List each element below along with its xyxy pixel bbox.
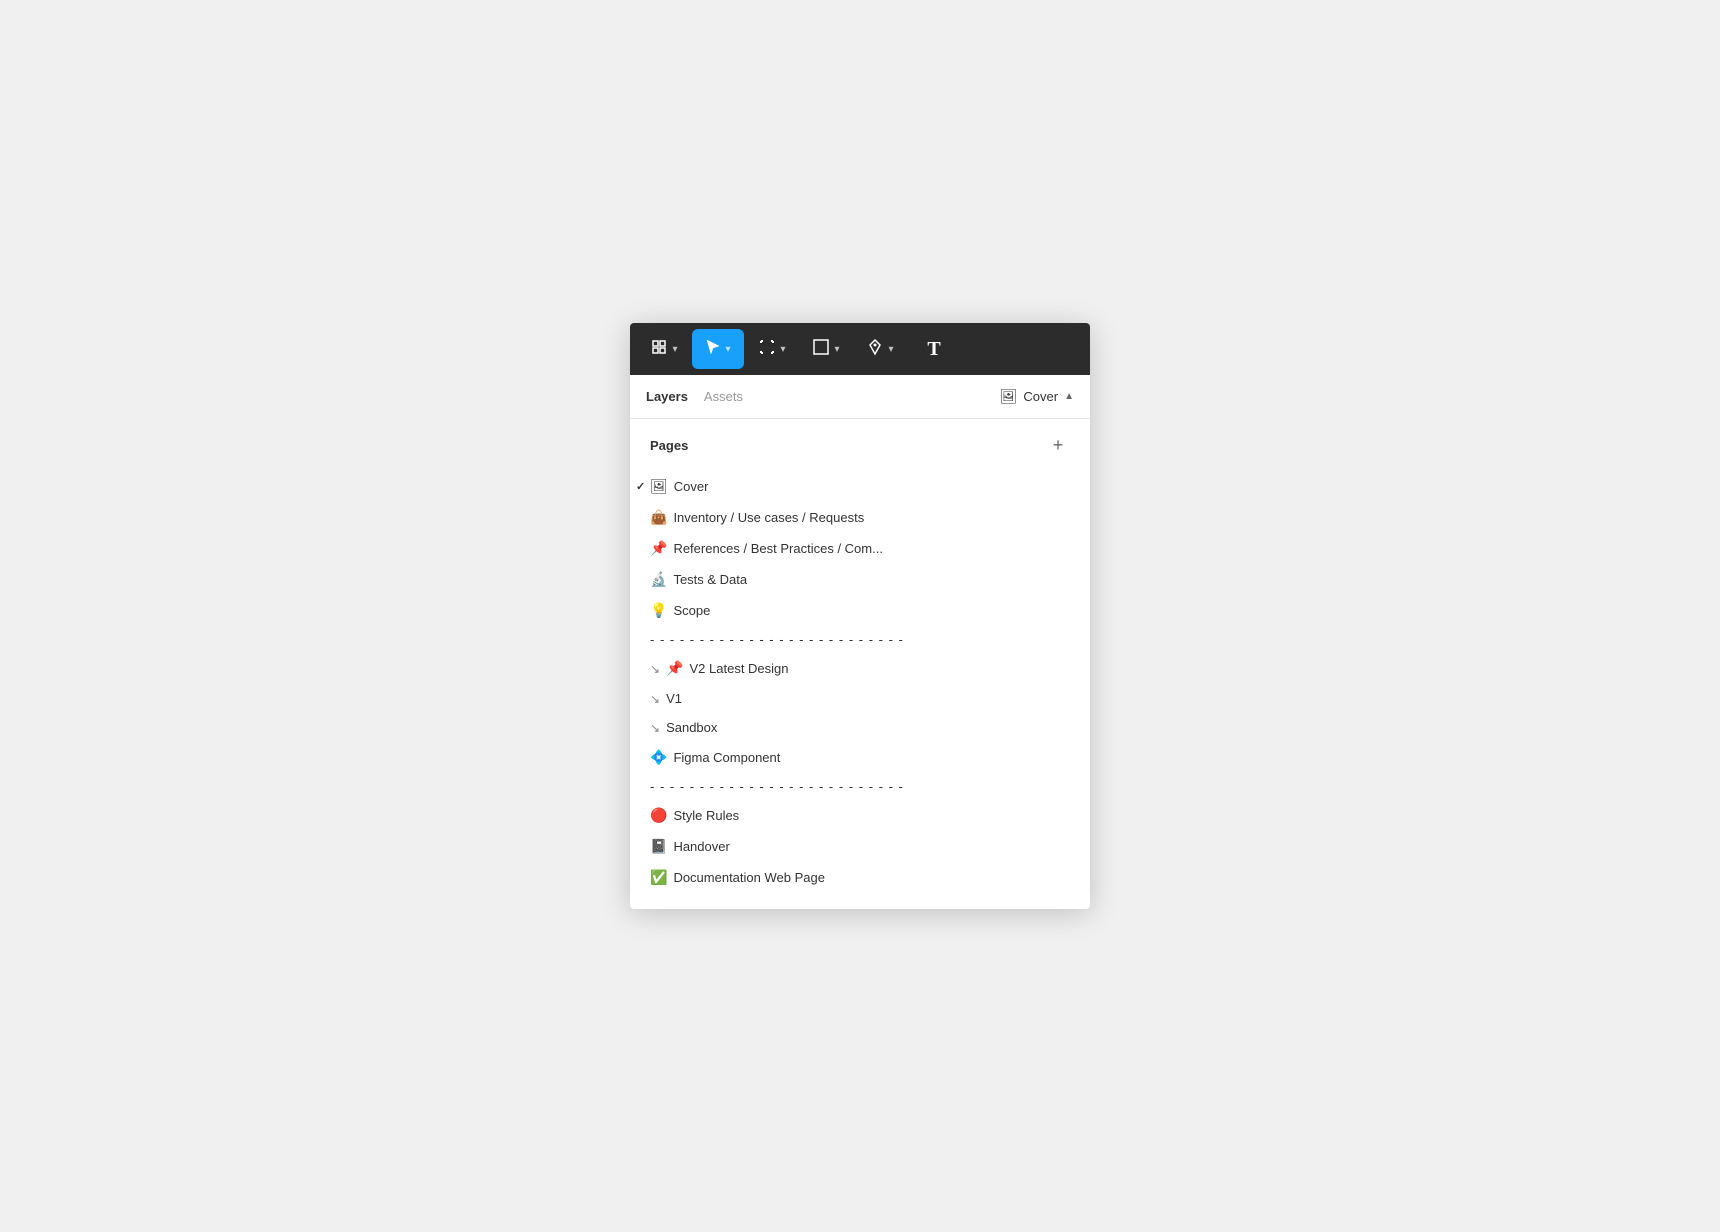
page-chevron-up-icon: ▲ [1064, 391, 1074, 402]
component-tool-button[interactable]: ▾ [638, 329, 690, 369]
page-item-cover[interactable]: ✓ 🖼 Cover [630, 471, 1090, 502]
page-name-label: V1 [666, 691, 682, 706]
pen-tool-chevron: ▾ [888, 344, 893, 355]
page-emoji-icon: 🖼 [650, 478, 668, 495]
page-name-label: Scope [673, 603, 710, 618]
linked-page-arrow-icon: ↘ [650, 692, 660, 706]
linked-page-arrow-icon: ↘ [650, 721, 660, 735]
page-item-style-rules[interactable]: 🔴 Style Rules [630, 800, 1090, 831]
shape-tool-chevron: ▾ [834, 344, 839, 355]
page-name-label: Tests & Data [673, 572, 747, 587]
assets-tab[interactable]: Assets [704, 387, 743, 406]
page-emoji-icon: 📌 [666, 660, 683, 677]
page-emoji-icon: 💡 [650, 602, 667, 619]
separator-dashes: - - - - - - - - - - - - - - - - - - - - … [650, 779, 904, 794]
current-page-icon: 🖼 [1000, 388, 1018, 405]
page-separator: - - - - - - - - - - - - - - - - - - - - … [630, 773, 1090, 800]
linked-page-arrow-icon: ↘ [650, 662, 660, 676]
page-item-v1[interactable]: ↘ V1 [630, 684, 1090, 713]
page-emoji-icon: ✅ [650, 869, 667, 886]
page-emoji-icon: 📌 [650, 540, 667, 557]
page-separator: - - - - - - - - - - - - - - - - - - - - … [630, 626, 1090, 653]
shape-tool-button[interactable]: ▾ [800, 329, 852, 369]
page-name-label: Style Rules [673, 808, 739, 823]
pages-list: ✓ 🖼 Cover 👜 Inventory / Use cases / Requests… [630, 467, 1090, 909]
separator-dashes: - - - - - - - - - - - - - - - - - - - - … [650, 632, 904, 647]
page-item-references[interactable]: 📌 References / Best Practices / Com... [630, 533, 1090, 564]
page-name-label: Documentation Web Page [673, 870, 825, 885]
pages-title: Pages [650, 438, 688, 453]
page-name-label: V2 Latest Design [690, 661, 789, 676]
page-item-v2[interactable]: ↘ 📌 V2 Latest Design [630, 653, 1090, 684]
frame-tool-chevron: ▾ [780, 344, 785, 355]
page-name-label: Figma Component [673, 750, 780, 765]
panel-header: Layers Assets 🖼 Cover ▲ [630, 375, 1090, 419]
page-name-label: Handover [673, 839, 729, 854]
page-name-label: Cover [674, 479, 709, 494]
component-icon [650, 338, 668, 361]
cursor-tool-button[interactable]: ▾ [692, 329, 744, 369]
text-icon: T [927, 338, 940, 361]
frame-tool-button[interactable]: ▾ [746, 329, 798, 369]
cursor-icon [705, 338, 721, 361]
current-page-name: Cover [1023, 389, 1058, 404]
pages-section: Pages + ✓ 🖼 Cover 👜 Inventory / Use cases / … [630, 419, 1090, 909]
pen-icon [866, 338, 884, 361]
toolbar: ▾ ▾ [630, 323, 1090, 375]
page-item-scope[interactable]: 💡 Scope [630, 595, 1090, 626]
page-item-tests[interactable]: 🔬 Tests & Data [630, 564, 1090, 595]
cursor-tool-chevron: ▾ [725, 344, 730, 355]
page-item-handover[interactable]: 📓 Handover [630, 831, 1090, 862]
page-item-sandbox[interactable]: ↘ Sandbox [630, 713, 1090, 742]
figma-window: ▾ ▾ [630, 323, 1090, 909]
text-tool-button[interactable]: T [908, 329, 960, 369]
current-page-indicator[interactable]: 🖼 Cover ▲ [1000, 388, 1074, 405]
panel-tabs: Layers Assets [646, 387, 743, 406]
pages-header: Pages + [630, 419, 1090, 467]
page-item-documentation[interactable]: ✅ Documentation Web Page [630, 862, 1090, 893]
page-item-inventory[interactable]: 👜 Inventory / Use cases / Requests [630, 502, 1090, 533]
page-emoji-icon: 💠 [650, 749, 667, 766]
add-page-button[interactable]: + [1046, 433, 1070, 457]
page-name-label: Inventory / Use cases / Requests [673, 510, 864, 525]
component-tool-chevron: ▾ [672, 344, 677, 355]
page-name-label: References / Best Practices / Com... [673, 541, 883, 556]
page-emoji-icon: 🔴 [650, 807, 667, 824]
layers-tab[interactable]: Layers [646, 387, 688, 406]
page-item-figma-component[interactable]: 💠 Figma Component [630, 742, 1090, 773]
page-active-checkmark: ✓ [636, 480, 645, 493]
page-emoji-icon: 📓 [650, 838, 667, 855]
page-emoji-icon: 👜 [650, 509, 667, 526]
page-emoji-icon: 🔬 [650, 571, 667, 588]
frame-icon [758, 338, 776, 361]
page-name-label: Sandbox [666, 720, 717, 735]
shape-icon [812, 338, 830, 361]
pen-tool-button[interactable]: ▾ [854, 329, 906, 369]
